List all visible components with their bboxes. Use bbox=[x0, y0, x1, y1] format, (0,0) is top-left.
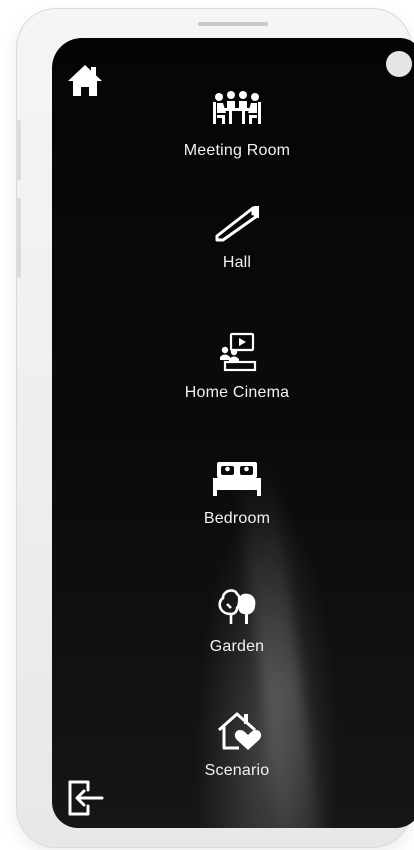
tree-icon bbox=[218, 589, 256, 624]
phone-device-frame: Meeting Room Hall Home Cinema Bedroom Ga… bbox=[16, 8, 414, 848]
room-item-meeting-room[interactable]: Meeting Room bbox=[142, 88, 332, 160]
room-label-garden: Garden bbox=[209, 638, 265, 655]
exit-button[interactable] bbox=[66, 778, 106, 818]
room-item-garden[interactable]: Garden bbox=[142, 584, 332, 656]
room-label-meeting-room: Meeting Room bbox=[183, 142, 291, 159]
speaker-grille bbox=[198, 22, 268, 26]
room-item-hall[interactable]: Hall bbox=[142, 200, 332, 272]
house-heart-icon bbox=[218, 712, 262, 750]
home-icon bbox=[68, 65, 102, 96]
front-camera bbox=[386, 51, 412, 77]
room-label-scenario: Scenario bbox=[204, 762, 270, 779]
room-item-home-cinema[interactable]: Home Cinema bbox=[142, 330, 332, 402]
room-item-bedroom[interactable]: Bedroom bbox=[142, 456, 332, 528]
side-button-upper bbox=[16, 120, 21, 180]
home-button[interactable] bbox=[66, 62, 104, 100]
room-label-home-cinema: Home Cinema bbox=[184, 384, 290, 401]
room-item-scenario[interactable]: Scenario bbox=[142, 708, 332, 780]
room-label-hall: Hall bbox=[222, 254, 252, 271]
side-button-lower bbox=[16, 198, 21, 278]
meeting-room-icon bbox=[213, 91, 261, 124]
home-cinema-icon bbox=[220, 332, 257, 372]
hall-icon bbox=[215, 206, 259, 242]
room-label-bedroom: Bedroom bbox=[203, 510, 271, 527]
bed-icon bbox=[213, 462, 261, 496]
app-screen: Meeting Room Hall Home Cinema Bedroom Ga… bbox=[52, 38, 414, 828]
exit-icon bbox=[68, 780, 104, 816]
